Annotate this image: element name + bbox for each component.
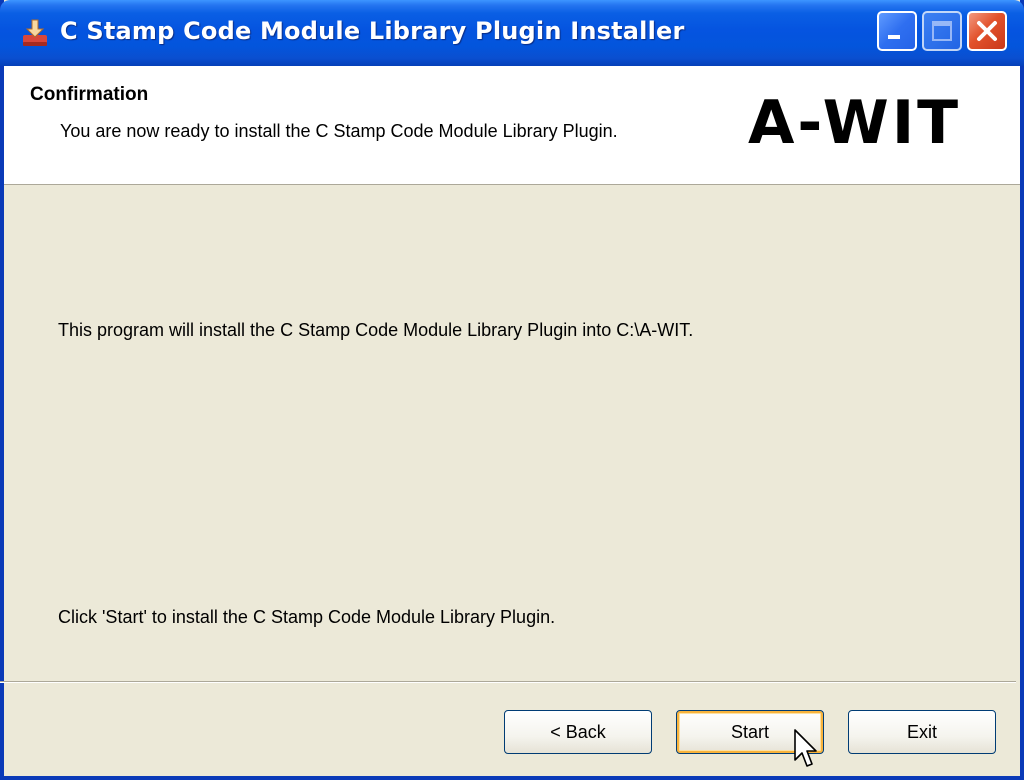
maximize-icon <box>932 21 952 41</box>
close-icon <box>977 21 997 41</box>
mouse-cursor-icon <box>794 729 817 767</box>
install-location-text: This program will install the C Stamp Co… <box>58 320 694 340</box>
title-bar[interactable]: C Stamp Code Module Library Plugin Insta… <box>0 0 1024 66</box>
window-title: C Stamp Code Module Library Plugin Insta… <box>60 17 685 45</box>
back-button[interactable]: < Back <box>504 710 652 754</box>
installer-icon <box>20 18 50 48</box>
close-button[interactable] <box>967 11 1007 51</box>
maximize-button[interactable] <box>922 11 962 51</box>
exit-button[interactable]: Exit <box>848 710 996 754</box>
footer-divider <box>0 681 1016 683</box>
page-description: You are now ready to install the C Stamp… <box>60 121 618 141</box>
instruction-text: Click 'Start' to install the C Stamp Cod… <box>58 607 556 627</box>
brand-logo: A-WIT <box>748 88 962 158</box>
minimize-button[interactable] <box>877 11 917 51</box>
page-title: Confirmation <box>30 84 149 105</box>
minimize-icon <box>888 35 900 39</box>
